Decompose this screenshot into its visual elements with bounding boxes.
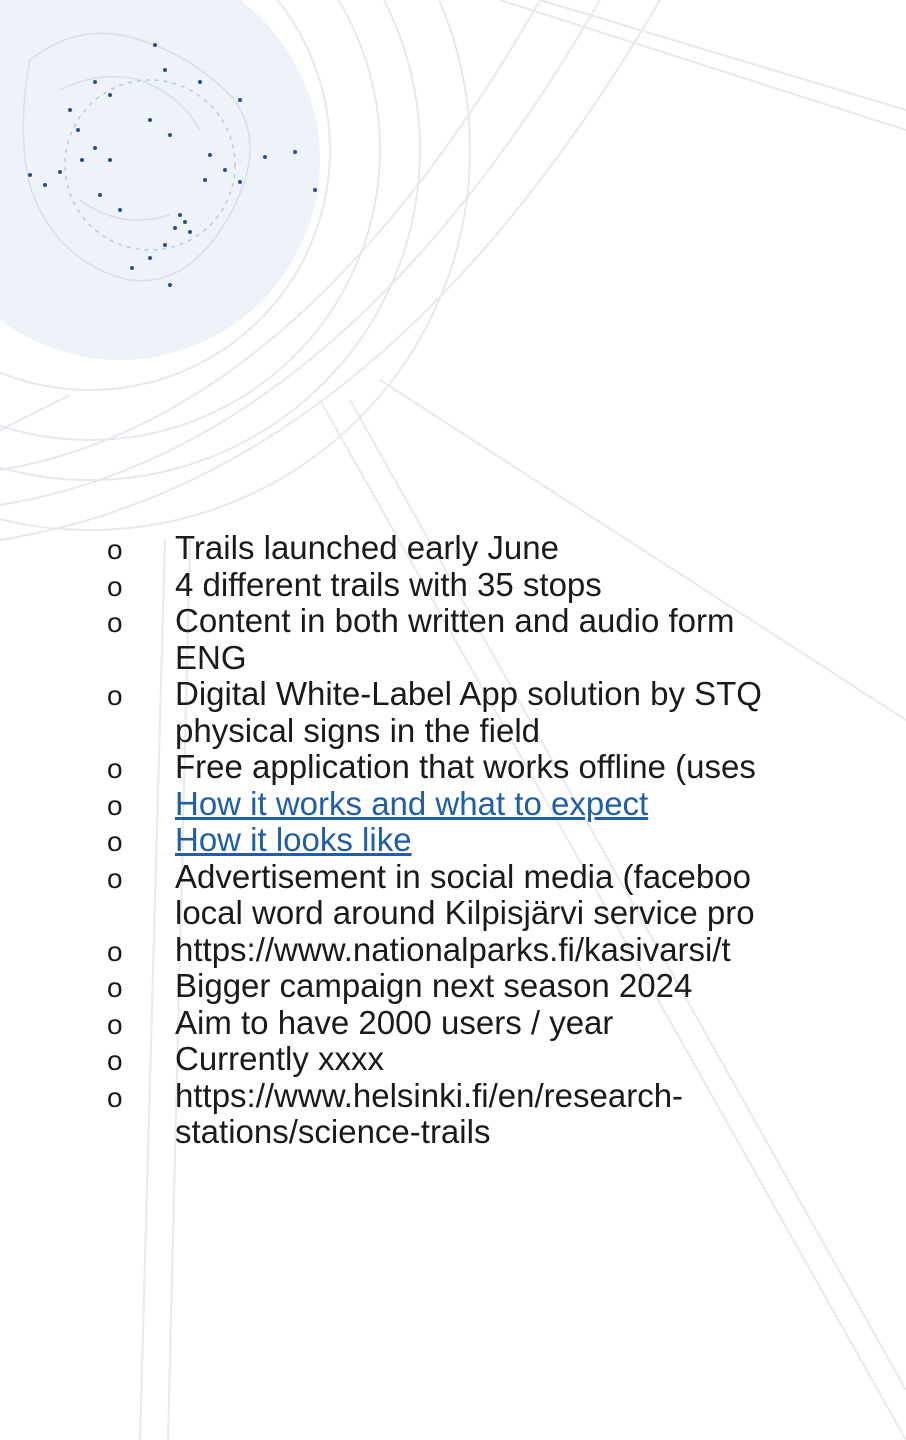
- bullet-text: Aim to have 2000 users / year: [175, 1003, 614, 1041]
- bullet-text: 4 different trails with 35 stops: [175, 565, 602, 603]
- bullet-item: o https://www.nationalparks.fi/kasivarsi…: [0, 930, 906, 969]
- bullet-marker: o: [107, 862, 123, 894]
- bullet-marker: o: [107, 935, 123, 967]
- bullet-item: o Digital White-Label App solution by ST…: [0, 675, 906, 749]
- bullet-text-continued: physical signs in the field: [175, 711, 541, 749]
- bullet-item: o How it works and what to expect: [0, 785, 906, 823]
- bullet-marker: o: [107, 753, 123, 784]
- bullet-text-continued: stations/science-trails: [175, 1113, 491, 1150]
- bullet-text-continued: local word around Kilpisjärvi service pr…: [175, 894, 755, 931]
- bullet-marker: o: [107, 570, 123, 602]
- bullet-text-continued: ENG: [175, 638, 247, 676]
- bullet-list: o Trails launched early June o 4 differe…: [0, 529, 906, 1151]
- bullet-text: https://www.nationalparks.fi/kasivarsi/t: [175, 930, 731, 968]
- bullet-item: o 4 different trails with 35 stops: [0, 565, 906, 604]
- bullet-marker: o: [107, 972, 123, 1003]
- bullet-item: o Free application that works offline (u…: [0, 748, 906, 786]
- bullet-marker: o: [107, 1008, 123, 1040]
- bullet-marker: o: [107, 789, 123, 821]
- bullet-text: Digital White-Label App solution by STQ: [175, 675, 762, 712]
- bullet-item: o Content in both written and audio form…: [0, 602, 906, 676]
- bullet-item: o Advertisement in social media (faceboo…: [0, 857, 906, 932]
- bullet-item: o How it looks like: [0, 821, 906, 859]
- bullet-item: o Aim to have 2000 users / year: [0, 1003, 906, 1042]
- bullet-text: Currently xxxx: [175, 1040, 385, 1077]
- bullet-item: o Trails launched early June: [0, 529, 906, 567]
- bullet-text: https://www.helsinki.fi/en/research-: [175, 1076, 684, 1114]
- bullet-text: Content in both written and audio form: [175, 602, 735, 639]
- how-it-looks-link[interactable]: How it looks like: [175, 821, 412, 858]
- bullet-text: Bigger campaign next season 2024: [175, 967, 693, 1004]
- bullet-marker: o: [107, 680, 123, 711]
- bullet-text: Advertisement in social media (faceboo: [175, 857, 751, 895]
- bullet-marker: o: [107, 1081, 123, 1113]
- bullet-text: Free application that works offline (use…: [175, 748, 756, 785]
- bullet-marker: o: [107, 534, 123, 565]
- bullet-marker: o: [107, 607, 123, 638]
- bullet-item: o Currently xxxx: [0, 1040, 906, 1078]
- bullet-marker: o: [107, 1045, 123, 1076]
- bullet-marker: o: [107, 826, 123, 857]
- bullet-item: o https://www.helsinki.fi/en/research- s…: [0, 1076, 906, 1151]
- bullet-item: o Bigger campaign next season 2024: [0, 967, 906, 1005]
- bullet-text: Trails launched early June: [175, 529, 559, 566]
- how-it-works-link[interactable]: How it works and what to expect: [175, 785, 648, 822]
